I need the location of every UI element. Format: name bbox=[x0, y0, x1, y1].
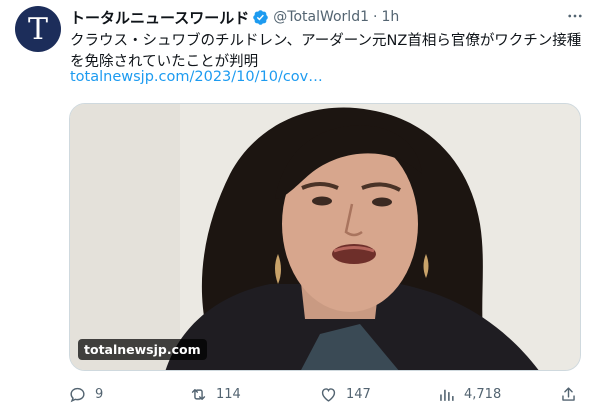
views-button[interactable]: 4,718 bbox=[437, 381, 501, 407]
timestamp[interactable]: 1h bbox=[381, 9, 399, 25]
separator-dot: · bbox=[373, 9, 378, 25]
heart-icon bbox=[321, 387, 336, 402]
action-bar: 9 114 147 4,718 bbox=[64, 381, 584, 407]
retweet-button[interactable]: 114 bbox=[189, 381, 241, 407]
reply-icon bbox=[70, 387, 85, 402]
more-options-button[interactable] bbox=[565, 6, 585, 26]
views-icon bbox=[440, 389, 454, 401]
views-count: 4,718 bbox=[464, 386, 502, 402]
more-icon bbox=[568, 14, 582, 18]
avatar[interactable]: T bbox=[15, 6, 61, 52]
retweet-icon bbox=[191, 388, 206, 400]
reply-count: 9 bbox=[95, 386, 104, 402]
news-photo bbox=[70, 104, 580, 370]
tweet-link[interactable]: totalnewsjp.com/2023/10/10/cov… bbox=[70, 67, 323, 88]
verified-badge-icon bbox=[253, 9, 269, 25]
reply-button[interactable]: 9 bbox=[68, 381, 103, 407]
share-icon bbox=[562, 386, 575, 401]
media-card[interactable]: totalnewsjp.com bbox=[69, 103, 581, 371]
like-button[interactable]: 147 bbox=[319, 381, 371, 407]
retweet-count: 114 bbox=[216, 386, 241, 402]
tweet-header: トータルニュースワールド @TotalWorld1 · 1h bbox=[70, 6, 399, 28]
media-source-label: totalnewsjp.com bbox=[78, 339, 207, 360]
display-name[interactable]: トータルニュースワールド bbox=[70, 7, 249, 28]
avatar-letter: T bbox=[27, 11, 48, 47]
share-button[interactable] bbox=[559, 381, 578, 407]
handle[interactable]: @TotalWorld1 bbox=[273, 9, 369, 25]
like-count: 147 bbox=[346, 386, 371, 402]
